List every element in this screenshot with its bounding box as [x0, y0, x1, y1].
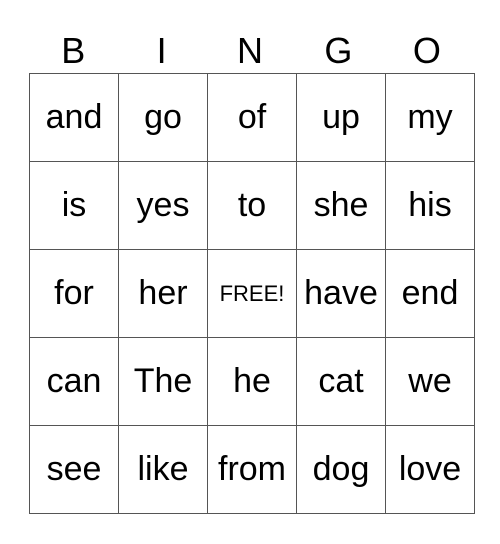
bingo-cell: of	[207, 73, 297, 162]
grid-row: can The he cat we	[29, 337, 475, 426]
grid-row: for her FREE! have end	[29, 249, 475, 338]
header-letter-o: O	[412, 30, 441, 71]
bingo-cell: have	[296, 249, 386, 338]
bingo-cell: end	[385, 249, 475, 338]
bingo-cell: see	[29, 425, 119, 514]
header-letter-n: N	[237, 30, 264, 71]
bingo-cell: is	[29, 161, 119, 250]
bingo-cell: he	[207, 337, 297, 426]
bingo-cell: yes	[118, 161, 208, 250]
bingo-cell: to	[207, 161, 297, 250]
bingo-cell: her	[118, 249, 208, 338]
bingo-cell: dog	[296, 425, 386, 514]
bingo-grid: and go of up my is yes to she his for he…	[29, 73, 475, 514]
header-letter-i: I	[156, 30, 167, 71]
bingo-cell: she	[296, 161, 386, 250]
bingo-cell: like	[118, 425, 208, 514]
bingo-cell: we	[385, 337, 475, 426]
free-space-cell: FREE!	[207, 249, 297, 338]
header-letter-g: G	[324, 30, 353, 71]
bingo-cell: up	[296, 73, 386, 162]
bingo-cell: love	[385, 425, 475, 514]
bingo-cell: my	[385, 73, 475, 162]
bingo-cell: cat	[296, 337, 386, 426]
bingo-cell: for	[29, 249, 119, 338]
bingo-cell: his	[385, 161, 475, 250]
bingo-cell: The	[118, 337, 208, 426]
bingo-header: B I N G O	[29, 30, 471, 72]
bingo-cell: and	[29, 73, 119, 162]
bingo-cell: go	[118, 73, 208, 162]
header-letter-b: B	[61, 30, 86, 71]
bingo-cell: can	[29, 337, 119, 426]
bingo-cell: from	[207, 425, 297, 514]
grid-row: see like from dog love	[29, 425, 475, 514]
grid-row: and go of up my	[29, 73, 475, 162]
grid-row: is yes to she his	[29, 161, 475, 250]
